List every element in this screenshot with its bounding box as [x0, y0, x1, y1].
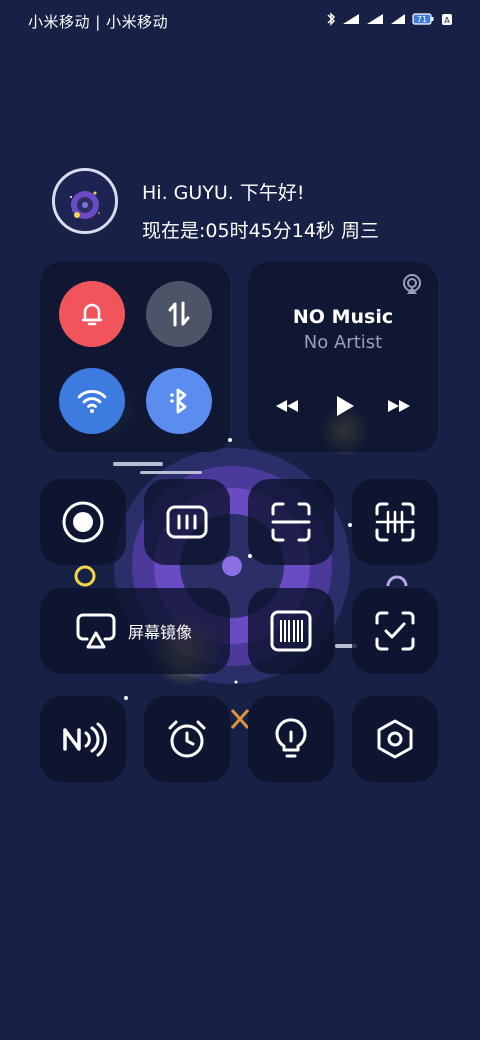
scan-tile[interactable]: [352, 479, 438, 565]
alarm-clock-icon: [168, 720, 206, 758]
greeting-text: Hi. GUYU. 下午好!: [142, 182, 305, 204]
notification-toggle[interactable]: [59, 281, 125, 347]
scan-icon: [375, 502, 415, 542]
next-button[interactable]: [382, 392, 416, 420]
barcode-icon: [270, 610, 312, 652]
time-text: 现在是:05时45分14秒 周三: [142, 220, 379, 242]
flashlight-tile[interactable]: [248, 696, 334, 782]
screenshot-tile[interactable]: [248, 479, 334, 565]
music-card: NO Music No Artist: [248, 262, 438, 452]
play-icon: [337, 396, 354, 416]
play-button[interactable]: [328, 392, 362, 420]
music-artist: No Artist: [303, 332, 383, 353]
alarm-clock-tile[interactable]: [144, 696, 230, 782]
wifi-icon: [77, 390, 107, 413]
record-icon: [62, 501, 104, 543]
checkbox-scan-tile[interactable]: [352, 588, 438, 674]
avatar[interactable]: [52, 168, 118, 234]
nfc-tile[interactable]: [40, 696, 126, 782]
nfc-icon: [63, 722, 107, 757]
next-icon: [388, 400, 410, 412]
greeting-header: Hi. GUYU. 下午好! 现在是:05时45分14秒 周三: [52, 168, 452, 244]
screen-mirror-tile[interactable]: 屏幕镜像: [40, 588, 230, 674]
bluetooth-toggle[interactable]: [146, 368, 212, 434]
screenshot-crop-icon: [271, 502, 311, 542]
barcode-tile[interactable]: [248, 588, 334, 674]
screen-mirror-label: 屏幕镜像: [128, 623, 193, 642]
airplay-audio-icon[interactable]: [400, 272, 424, 296]
settings-tile[interactable]: [352, 696, 438, 782]
previous-button[interactable]: [270, 392, 304, 420]
mobile-data-toggle[interactable]: [146, 281, 212, 347]
vibrate-icon: [166, 505, 208, 539]
bluetooth-icon: [170, 388, 187, 414]
data-arrows-icon: [168, 301, 190, 327]
previous-icon: [276, 400, 298, 412]
bell-icon: [81, 303, 103, 326]
quick-toggles-card: [40, 262, 230, 452]
vibrate-tile[interactable]: [144, 479, 230, 565]
lightbulb-icon: [275, 718, 307, 758]
wifi-toggle[interactable]: [59, 368, 125, 434]
checkbox-scan-icon: [375, 611, 415, 651]
music-title: NO Music: [292, 306, 394, 328]
hexagon-settings-icon: [377, 719, 413, 759]
screen-record-tile[interactable]: [40, 479, 126, 565]
galaxy-avatar-icon: [55, 171, 115, 231]
screen-mirror-icon: [76, 613, 116, 649]
